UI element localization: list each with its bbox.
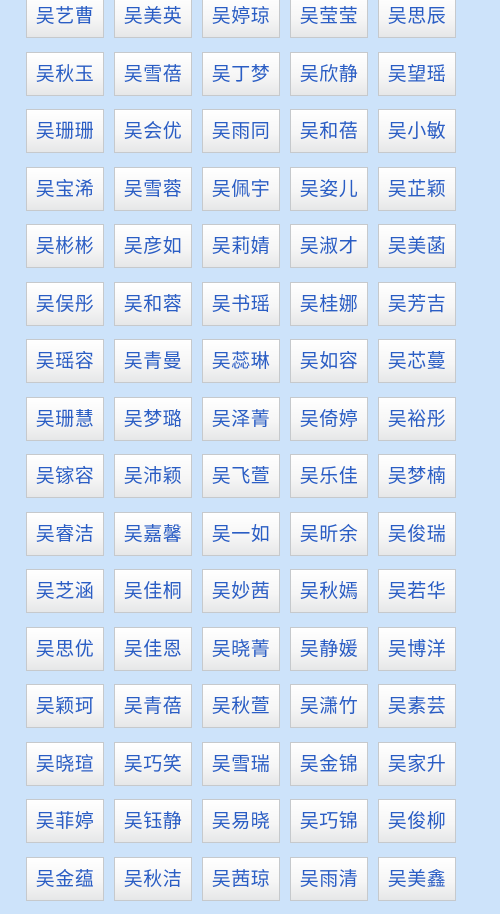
name-button[interactable]: 吴家升	[378, 741, 456, 786]
name-button[interactable]: 吴巧笑	[114, 741, 192, 786]
name-button[interactable]: 吴秋玉	[26, 51, 104, 96]
name-button[interactable]: 吴梦璐	[114, 396, 192, 441]
name-button[interactable]: 吴欣静	[290, 51, 368, 96]
name-button[interactable]: 吴博洋	[378, 626, 456, 671]
name-button[interactable]: 吴若华	[378, 569, 456, 613]
name-button[interactable]: 吴望瑶	[378, 51, 456, 96]
name-button[interactable]: 吴嘉馨	[114, 511, 192, 556]
name-row: 吴瑶容 吴青曼 吴蕊琳 吴如容 吴芯蔓	[26, 339, 466, 383]
name-button[interactable]: 吴思辰	[378, 0, 456, 38]
name-button[interactable]: 吴裕彤	[378, 396, 456, 441]
name-button[interactable]: 吴佳桐	[114, 569, 192, 613]
name-row: 吴芝涵 吴佳桐 吴妙茜 吴秋嫣 吴若华	[26, 569, 466, 613]
name-button[interactable]: 吴易晓	[202, 799, 280, 843]
name-button[interactable]: 吴菲婷	[26, 799, 104, 843]
name-button[interactable]: 吴芳吉	[378, 281, 456, 326]
name-row: 吴艺曹 吴美英 吴婷琼 吴莹莹 吴思辰	[26, 0, 466, 38]
name-button[interactable]: 吴一如	[202, 511, 280, 556]
name-row: 吴珊珊 吴会优 吴雨同 吴和蓓 吴小敏	[26, 109, 466, 153]
name-button[interactable]: 吴书瑶	[202, 281, 280, 326]
name-button[interactable]: 吴美菡	[378, 224, 456, 268]
name-button[interactable]: 吴芝涵	[26, 569, 104, 613]
name-button[interactable]: 吴金蕴	[26, 856, 104, 901]
name-button[interactable]: 吴婷琼	[202, 0, 280, 38]
name-row: 吴彬彬 吴彦如 吴莉婧 吴淑才 吴美菡	[26, 224, 466, 268]
name-button[interactable]: 吴昕余	[290, 511, 368, 556]
name-row: 吴睿洁 吴嘉馨 吴一如 吴昕余 吴俊瑞	[26, 511, 466, 556]
name-button[interactable]: 吴彬彬	[26, 224, 104, 268]
name-button[interactable]: 吴巧锦	[290, 799, 368, 843]
name-button[interactable]: 吴如容	[290, 339, 368, 383]
name-button[interactable]: 吴秋洁	[114, 856, 192, 901]
name-button[interactable]: 吴莉婧	[202, 224, 280, 268]
name-row: 吴宝浠 吴雪蓉 吴佩宇 吴姿儿 吴芷颖	[26, 166, 466, 211]
name-button[interactable]: 吴妙茜	[202, 569, 280, 613]
name-button[interactable]: 吴晓菁	[202, 626, 280, 671]
name-button[interactable]: 吴珊珊	[26, 109, 104, 153]
name-button[interactable]: 吴秋萱	[202, 684, 280, 728]
name-button[interactable]: 吴芯蔓	[378, 339, 456, 383]
name-button[interactable]: 吴雨清	[290, 856, 368, 901]
name-button[interactable]: 吴小敏	[378, 109, 456, 153]
name-row: 吴思优 吴佳恩 吴晓菁 吴静媛 吴博洋	[26, 626, 466, 671]
name-button[interactable]: 吴佳恩	[114, 626, 192, 671]
name-button[interactable]: 吴梦楠	[378, 454, 456, 498]
name-row: 吴金蕴 吴秋洁 吴茜琼 吴雨清 吴美鑫	[26, 856, 466, 901]
name-button[interactable]: 吴艺曹	[26, 0, 104, 38]
name-button[interactable]: 吴雨同	[202, 109, 280, 153]
name-button[interactable]: 吴青曼	[114, 339, 192, 383]
name-button[interactable]: 吴宝浠	[26, 166, 104, 211]
name-row: 吴镓容 吴沛颖 吴飞萱 吴乐佳 吴梦楠	[26, 454, 466, 498]
name-button[interactable]: 吴俊柳	[378, 799, 456, 843]
name-button[interactable]: 吴青蓓	[114, 684, 192, 728]
name-button[interactable]: 吴和蓉	[114, 281, 192, 326]
name-button[interactable]: 吴沛颖	[114, 454, 192, 498]
name-button[interactable]: 吴淑才	[290, 224, 368, 268]
name-button[interactable]: 吴芷颖	[378, 166, 456, 211]
name-button[interactable]: 吴莹莹	[290, 0, 368, 38]
name-row: 吴颖珂 吴青蓓 吴秋萱 吴潇竹 吴素芸	[26, 684, 466, 728]
name-button[interactable]: 吴瑶容	[26, 339, 104, 383]
name-button[interactable]: 吴丁梦	[202, 51, 280, 96]
name-button[interactable]: 吴潇竹	[290, 684, 368, 728]
name-button[interactable]: 吴思优	[26, 626, 104, 671]
name-button[interactable]: 吴俊瑞	[378, 511, 456, 556]
name-button[interactable]: 吴会优	[114, 109, 192, 153]
name-button[interactable]: 吴乐佳	[290, 454, 368, 498]
name-button[interactable]: 吴钰静	[114, 799, 192, 843]
name-button[interactable]: 吴睿洁	[26, 511, 104, 556]
name-button[interactable]: 吴茜琼	[202, 856, 280, 901]
name-button[interactable]: 吴雪蓉	[114, 166, 192, 211]
name-button[interactable]: 吴镓容	[26, 454, 104, 498]
name-button[interactable]: 吴雪蓓	[114, 51, 192, 96]
name-button[interactable]: 吴静媛	[290, 626, 368, 671]
name-button[interactable]: 吴和蓓	[290, 109, 368, 153]
name-button[interactable]: 吴俣彤	[26, 281, 104, 326]
name-button[interactable]: 吴珊慧	[26, 396, 104, 441]
name-button[interactable]: 吴素芸	[378, 684, 456, 728]
name-button[interactable]: 吴晓瑄	[26, 741, 104, 786]
name-button[interactable]: 吴雪瑞	[202, 741, 280, 786]
name-button[interactable]: 吴佩宇	[202, 166, 280, 211]
name-row: 吴晓瑄 吴巧笑 吴雪瑞 吴金锦 吴家升	[26, 741, 466, 786]
name-row: 吴菲婷 吴钰静 吴易晓 吴巧锦 吴俊柳	[26, 799, 466, 843]
name-row: 吴珊慧 吴梦璐 吴泽菁 吴倚婷 吴裕彤	[26, 396, 466, 441]
name-button[interactable]: 吴金锦	[290, 741, 368, 786]
name-button[interactable]: 吴美英	[114, 0, 192, 38]
name-button[interactable]: 吴姿儿	[290, 166, 368, 211]
name-button-grid: 吴艺曹 吴美英 吴婷琼 吴莹莹 吴思辰 吴秋玉 吴雪蓓 吴丁梦 吴欣静 吴望瑶 吴珊珊 吴会优 吴雨同吴…	[26, 0, 466, 914]
name-button[interactable]: 吴彦如	[114, 224, 192, 268]
name-button[interactable]: 吴飞萱	[202, 454, 280, 498]
name-button[interactable]: 吴美鑫	[378, 856, 456, 901]
name-button[interactable]: 吴泽菁	[202, 396, 280, 441]
name-button[interactable]: 吴桂娜	[290, 281, 368, 326]
name-button[interactable]: 吴蕊琳	[202, 339, 280, 383]
name-row: 吴秋玉 吴雪蓓 吴丁梦 吴欣静 吴望瑶	[26, 51, 466, 96]
name-row: 吴俣彤 吴和蓉 吴书瑶 吴桂娜 吴芳吉	[26, 281, 466, 326]
name-button[interactable]: 吴颖珂	[26, 684, 104, 728]
name-button[interactable]: 吴秋嫣	[290, 569, 368, 613]
name-button[interactable]: 吴倚婷	[290, 396, 368, 441]
